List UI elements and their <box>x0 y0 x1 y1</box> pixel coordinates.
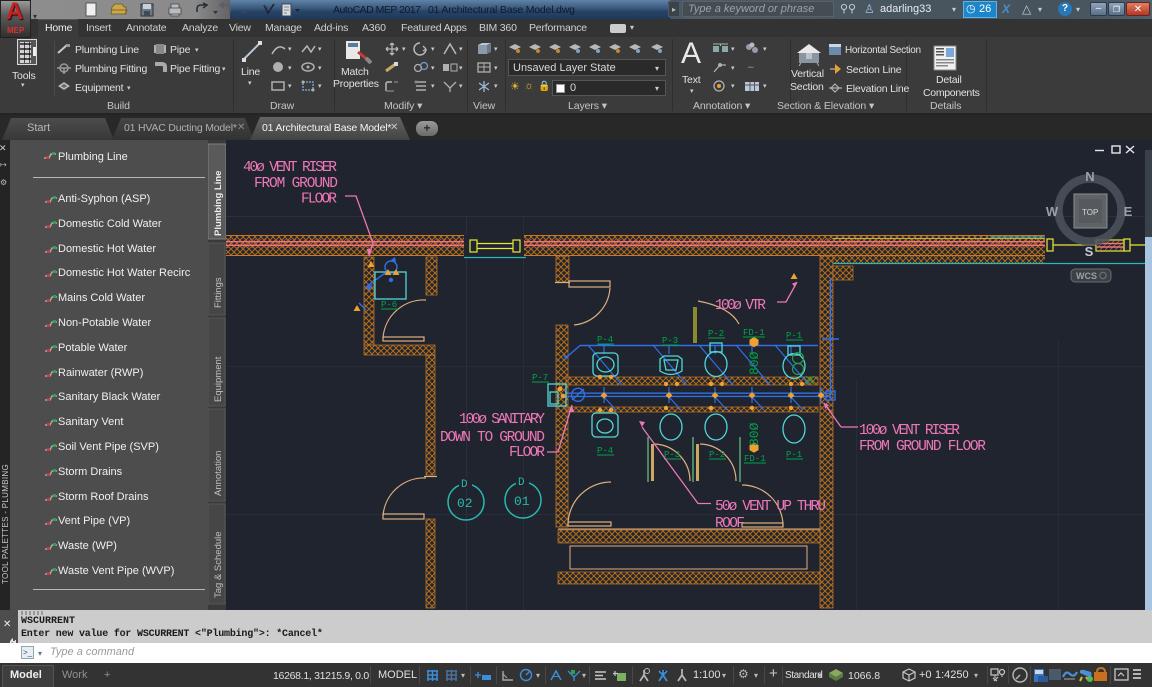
svg-text:DOWN TO GROUND: DOWN TO GROUND <box>440 430 545 446</box>
svg-text:WCS: WCS <box>1076 271 1097 281</box>
svg-text:ROOF: ROOF <box>715 516 745 532</box>
svg-text:FROM GROUND: FROM GROUND <box>254 176 338 192</box>
svg-text:FLOOR: FLOOR <box>509 445 545 461</box>
svg-text:Equipment: Equipment <box>213 356 224 402</box>
svg-text:50ø VENT UP THRU: 50ø VENT UP THRU <box>715 499 826 515</box>
svg-text:01: 01 <box>514 494 530 509</box>
svg-text:40ø VENT RISER: 40ø VENT RISER <box>243 160 337 176</box>
svg-text:100ø SANITARY: 100ø SANITARY <box>459 412 545 428</box>
svg-text:100ø VTR: 100ø VTR <box>715 298 766 314</box>
svg-text:02: 02 <box>457 496 473 511</box>
svg-text:S: S <box>1085 244 1094 259</box>
svg-text:D: D <box>518 477 525 489</box>
svg-text:100ø VENT RISER: 100ø VENT RISER <box>859 423 960 439</box>
svg-text:W: W <box>1046 204 1059 219</box>
svg-text:80Ø: 80Ø <box>747 422 762 446</box>
svg-text:N: N <box>1085 169 1094 184</box>
svg-text:TOP: TOP <box>1082 208 1098 217</box>
svg-text:Annotation: Annotation <box>213 451 224 496</box>
svg-text:Plumbing Line: Plumbing Line <box>213 171 224 236</box>
svg-text:E: E <box>1124 204 1133 219</box>
svg-text:D: D <box>461 479 468 491</box>
svg-text:Tag & Schedule: Tag & Schedule <box>213 531 224 598</box>
svg-text:80Ø: 80Ø <box>747 351 762 375</box>
svg-text:TOOL PALETTES - PLUMBING: TOOL PALETTES - PLUMBING <box>1 464 10 584</box>
svg-text:Fittings: Fittings <box>213 277 224 308</box>
svg-text:FLOOR: FLOOR <box>301 192 337 208</box>
svg-text:FROM GROUND FLOOR: FROM GROUND FLOOR <box>859 439 986 455</box>
